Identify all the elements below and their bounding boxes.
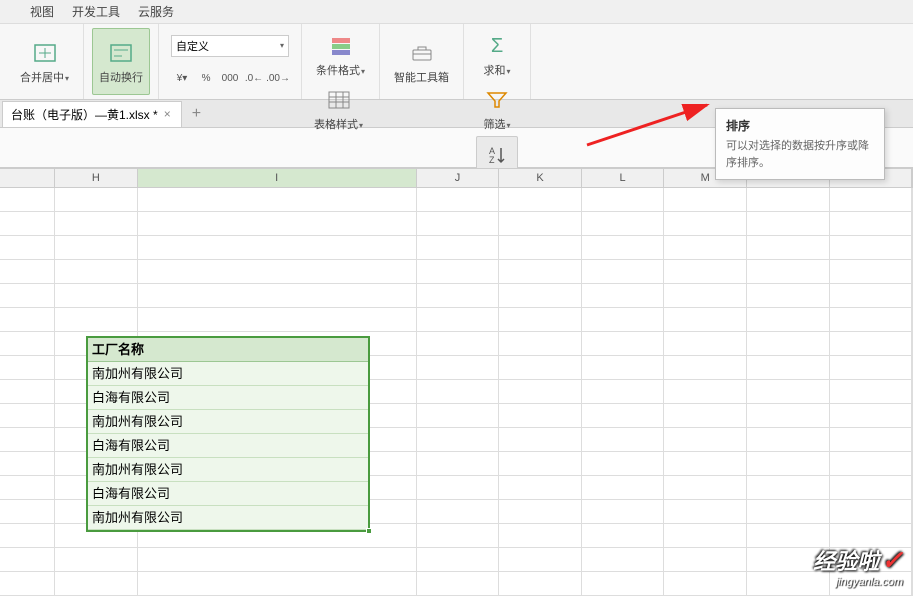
table-style-button[interactable]: 表格样式▾ (308, 82, 369, 136)
comma-icon[interactable]: 000 (219, 68, 241, 88)
close-icon[interactable]: × (162, 107, 173, 121)
col-header-J[interactable]: J (417, 168, 500, 188)
tab-label: 台账（电子版）—黄1.xlsx * (11, 106, 158, 123)
merge-center-button[interactable]: 合并居中▾ (14, 28, 75, 95)
table-row: 白海有限公司 (88, 386, 368, 410)
condfmt-icon (327, 32, 355, 60)
table-row: 白海有限公司 (88, 434, 368, 458)
table-row: 南加州有限公司 (88, 506, 368, 530)
col-header-I[interactable]: I (138, 168, 417, 188)
watermark-text: 经验啦 (813, 544, 879, 576)
menu-cloud[interactable]: 云服务 (138, 3, 174, 20)
increase-decimal-icon[interactable]: .00→ (267, 68, 289, 88)
filter-button[interactable]: 筛选▾ (477, 82, 517, 136)
table-row: 南加州有限公司 (88, 458, 368, 482)
tooltip-title: 排序 (726, 117, 874, 134)
sum-icon: Σ (483, 32, 511, 60)
col-header-L[interactable]: L (582, 168, 665, 188)
add-tab-button[interactable]: + (182, 101, 211, 127)
ribbon: 合并居中▾ 自动换行 自定义▾ ¥▾ % 000 .0← .00→ (0, 24, 913, 100)
tooltip-body: 可以对选择的数据按升序或降序排序。 (726, 138, 874, 171)
table-row: 南加州有限公司 (88, 410, 368, 434)
menu-bar: 视图 开发工具 云服务 (0, 0, 913, 24)
document-tab[interactable]: 台账（电子版）—黄1.xlsx * × (2, 101, 182, 127)
selected-range[interactable]: 工厂名称 南加州有限公司 白海有限公司 南加州有限公司 白海有限公司 南加州有限… (86, 336, 370, 532)
col-header-K[interactable]: K (499, 168, 582, 188)
wrap-icon (107, 39, 135, 67)
filter-icon (483, 86, 511, 114)
check-icon: ✓ (881, 545, 903, 576)
sort-tooltip: 排序 可以对选择的数据按升序或降序排序。 (715, 108, 885, 180)
watermark: 经验啦 ✓ jingyanla.com (813, 544, 903, 588)
spreadsheet-grid[interactable]: H I J K L M 工厂名称 南加州有限公司 白海有限公司 南加州有限公司 (0, 168, 913, 596)
wrap-text-button[interactable]: 自动换行 (92, 28, 150, 95)
watermark-url: jingyanla.com (813, 576, 903, 588)
menu-dev[interactable]: 开发工具 (72, 3, 120, 20)
menu-view[interactable]: 视图 (30, 3, 54, 20)
decrease-decimal-icon[interactable]: .0← (243, 68, 265, 88)
col-header-blank[interactable] (0, 168, 55, 188)
currency-icon[interactable]: ¥▾ (171, 68, 193, 88)
smart-toolbox-button[interactable]: 智能工具箱 (388, 28, 455, 95)
number-format-combo[interactable]: 自定义▾ (171, 35, 289, 57)
merge-icon (31, 39, 59, 67)
percent-icon[interactable]: % (195, 68, 217, 88)
sum-button[interactable]: Σ 求和▾ (477, 28, 517, 82)
svg-text:Z: Z (489, 155, 495, 165)
table-row: 南加州有限公司 (88, 362, 368, 386)
table-header: 工厂名称 (88, 338, 368, 362)
toolbox-icon (408, 39, 436, 67)
table-row: 白海有限公司 (88, 482, 368, 506)
col-header-H[interactable]: H (55, 168, 138, 188)
conditional-format-button[interactable]: 条件格式▾ (310, 28, 371, 82)
fill-handle[interactable] (366, 528, 372, 534)
sort-icon: AZ (483, 141, 511, 169)
tablestyle-icon (325, 86, 353, 114)
